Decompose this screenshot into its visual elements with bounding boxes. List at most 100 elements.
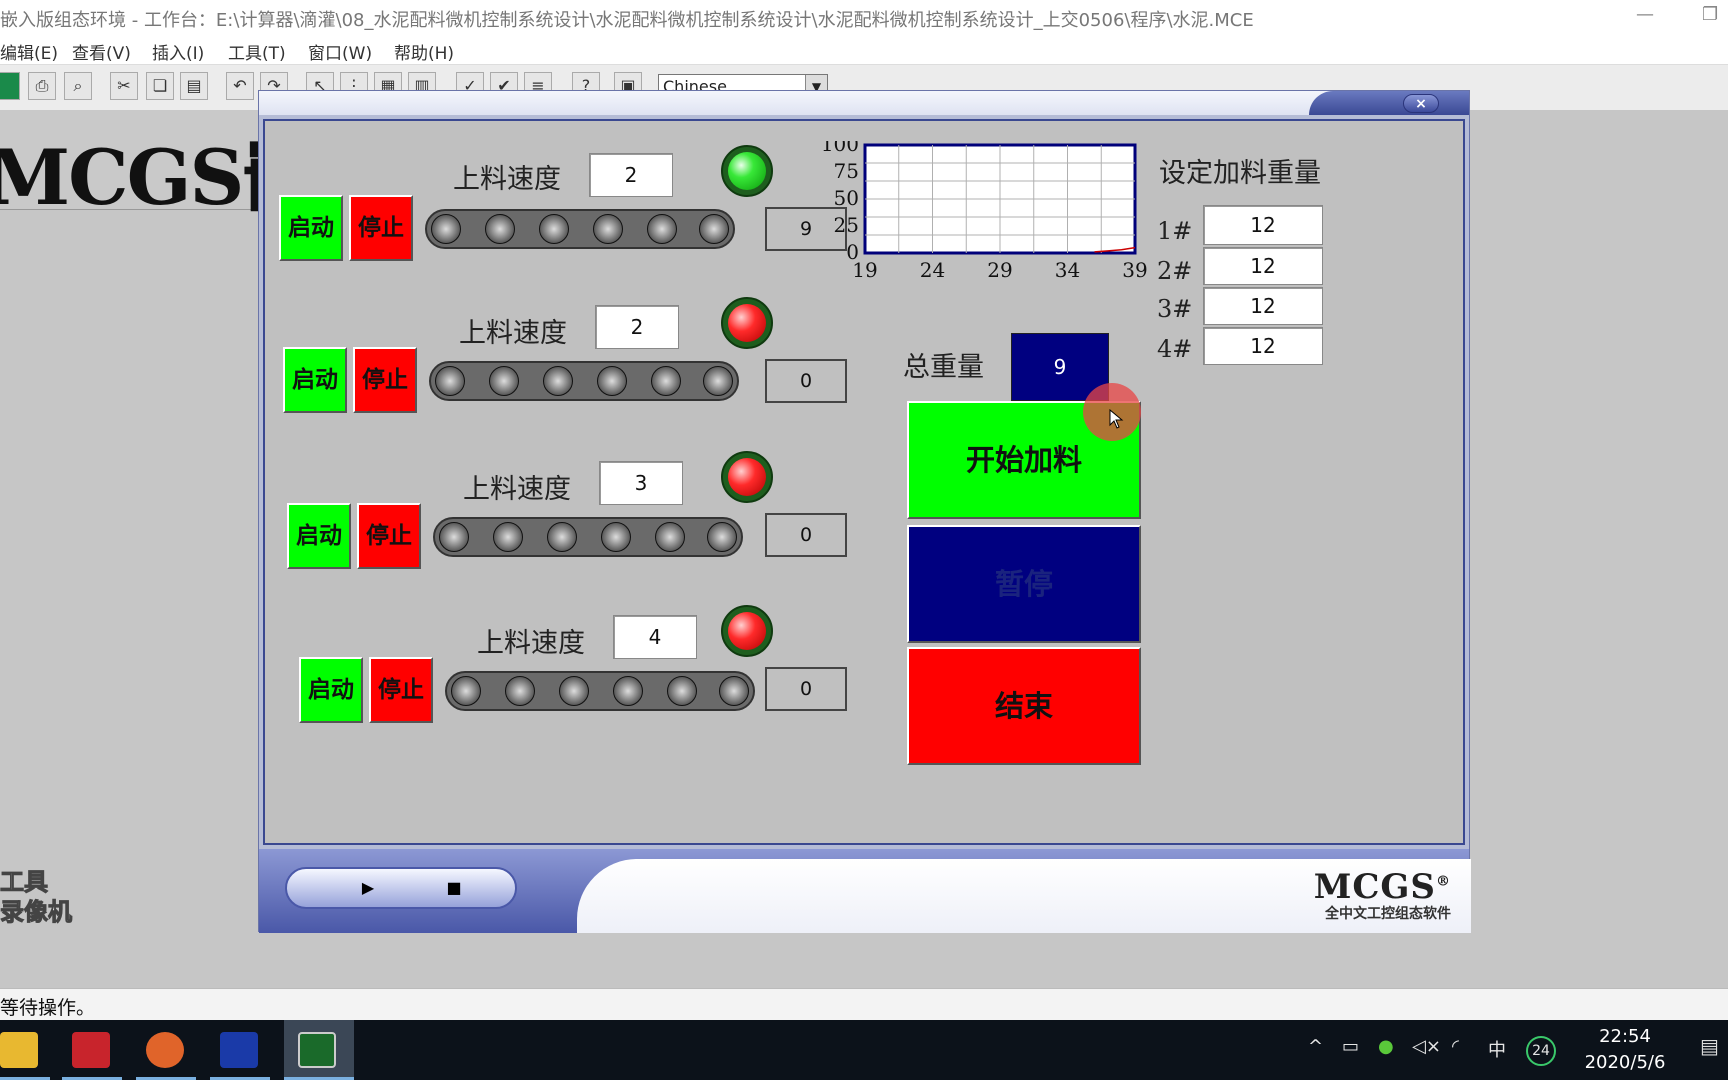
minimize-icon[interactable]: — bbox=[1636, 4, 1654, 25]
conveyor-belt-2 bbox=[429, 361, 739, 401]
taskbar-solidworks[interactable] bbox=[62, 1020, 122, 1080]
belt-roller bbox=[485, 214, 515, 244]
weight-input-3[interactable]: 12 bbox=[1203, 287, 1323, 325]
clock[interactable]: 22:54 2020/5/6 bbox=[1560, 1024, 1690, 1076]
runtime-titlebar-tab bbox=[1309, 91, 1469, 115]
action-center-icon[interactable]: ▤ bbox=[1700, 1034, 1719, 1058]
belt-roller bbox=[547, 522, 577, 552]
speed-input-3[interactable]: 3 bbox=[599, 461, 683, 505]
registered-mark: ® bbox=[1436, 873, 1451, 890]
menu-help[interactable]: 帮助(H) bbox=[394, 39, 454, 64]
set-weight-title: 设定加料重量 bbox=[1159, 158, 1321, 189]
belt-roller bbox=[703, 366, 733, 396]
belt-roller bbox=[613, 676, 643, 706]
menu-edit[interactable]: 编辑(E) bbox=[0, 39, 58, 64]
taskbar-file-explorer[interactable] bbox=[0, 1020, 50, 1080]
playback-controls: ▶ ■ bbox=[285, 867, 517, 909]
belt-roller bbox=[543, 366, 573, 396]
chart-x-tick-label: 24 bbox=[920, 258, 945, 282]
stop-button-3[interactable]: 停止 bbox=[357, 503, 421, 569]
copy-icon[interactable]: ❏ bbox=[146, 72, 174, 100]
volume-muted-icon[interactable]: ◁× bbox=[1412, 1036, 1441, 1057]
ime-indicator[interactable]: 中 bbox=[1488, 1036, 1506, 1062]
menu-insert[interactable]: 插入(I) bbox=[152, 39, 204, 64]
speed-label-3: 上料速度 bbox=[463, 474, 571, 505]
speed-input-2[interactable]: 2 bbox=[595, 305, 679, 349]
chart-x-tick-label: 29 bbox=[987, 258, 1012, 282]
belt-roller bbox=[493, 522, 523, 552]
runtime-canvas: 上料速度 2 启动 停止 9 上料速度 2 启动 停止 0 上料速度 3 启动 … bbox=[263, 119, 1465, 845]
paste-icon[interactable]: ▤ bbox=[180, 72, 208, 100]
save-icon[interactable] bbox=[0, 72, 20, 100]
runtime-icon bbox=[298, 1032, 336, 1068]
stop-button-2[interactable]: 停止 bbox=[353, 347, 417, 413]
taskbar-mcgs-runtime[interactable] bbox=[284, 1020, 354, 1080]
belt-roller bbox=[439, 522, 469, 552]
battery-icon[interactable]: ▭ bbox=[1342, 1036, 1359, 1057]
weight-input-4[interactable]: 12 bbox=[1203, 327, 1323, 365]
belt-roller bbox=[699, 214, 729, 244]
stop-icon[interactable]: ■ bbox=[409, 875, 499, 901]
belt-roller bbox=[647, 214, 677, 244]
chart-y-ticks: 1007550250 bbox=[821, 141, 859, 264]
undo-icon[interactable]: ↶ bbox=[226, 72, 254, 100]
status-lamp-4 bbox=[721, 605, 773, 657]
belt-roller bbox=[655, 522, 685, 552]
start-button-2[interactable]: 启动 bbox=[283, 347, 347, 413]
speed-label-2: 上料速度 bbox=[459, 318, 567, 349]
belt-roller bbox=[707, 522, 737, 552]
belt-roller bbox=[451, 676, 481, 706]
belt-roller bbox=[539, 214, 569, 244]
taskbar-mcgs[interactable] bbox=[210, 1020, 270, 1080]
count-display-4: 0 bbox=[765, 667, 847, 711]
taskbar-recorder[interactable] bbox=[136, 1020, 196, 1080]
conveyor-belt-3 bbox=[433, 517, 743, 557]
speed-label-1: 上料速度 bbox=[453, 164, 561, 195]
start-button-4[interactable]: 启动 bbox=[299, 657, 363, 723]
side-text-recorder: 录像机 bbox=[0, 897, 73, 927]
banner: MCGS嵌 bbox=[0, 110, 318, 222]
runtime-window: × 上料速度 2 启动 停止 9 上料速度 2 启动 停止 0 上料速度 3 启… bbox=[258, 90, 1471, 933]
end-button[interactable]: 结束 bbox=[907, 647, 1141, 765]
chart-y-tick-label: 100 bbox=[821, 141, 859, 156]
menu-view[interactable]: 查看(V) bbox=[72, 39, 131, 64]
network-shield-icon[interactable]: ● bbox=[1378, 1036, 1394, 1057]
count-display-2: 0 bbox=[765, 359, 847, 403]
close-icon[interactable]: × bbox=[1403, 94, 1439, 113]
menu-bar: 编辑(E) 查看(V) 插入(I) 工具(T) 窗口(W) 帮助(H) bbox=[0, 34, 1728, 64]
start-button-3[interactable]: 启动 bbox=[287, 503, 351, 569]
status-lamp-3 bbox=[721, 451, 773, 503]
solidworks-icon bbox=[72, 1032, 110, 1068]
stop-button-4[interactable]: 停止 bbox=[369, 657, 433, 723]
belt-roller bbox=[559, 676, 589, 706]
chart-x-ticks: 19 24 29 34 39 bbox=[852, 258, 1147, 282]
belt-roller bbox=[601, 522, 631, 552]
belt-roller bbox=[593, 214, 623, 244]
menu-window[interactable]: 窗口(W) bbox=[308, 39, 372, 64]
stop-button-1[interactable]: 停止 bbox=[349, 195, 413, 261]
wifi-icon[interactable]: ◜ bbox=[1452, 1036, 1459, 1057]
pause-button[interactable]: 暂停 bbox=[907, 525, 1141, 643]
speed-input-1[interactable]: 2 bbox=[589, 153, 673, 197]
print-icon[interactable]: ⎙ bbox=[28, 72, 56, 100]
belt-roller bbox=[597, 366, 627, 396]
belt-roller bbox=[505, 676, 535, 706]
speed-label-4: 上料速度 bbox=[477, 628, 585, 659]
cut-icon[interactable]: ✂ bbox=[110, 72, 138, 100]
play-icon[interactable]: ▶ bbox=[323, 875, 413, 901]
speed-input-4[interactable]: 4 bbox=[613, 615, 697, 659]
weight-input-2[interactable]: 12 bbox=[1203, 247, 1323, 285]
chart-x-tick-label: 34 bbox=[1055, 258, 1080, 282]
start-button-1[interactable]: 启动 bbox=[279, 195, 343, 261]
folder-icon bbox=[0, 1032, 38, 1068]
print-preview-icon[interactable]: ⌕ bbox=[64, 72, 92, 100]
menu-tools[interactable]: 工具(T) bbox=[228, 39, 286, 64]
notification-badge[interactable]: 24 bbox=[1526, 1036, 1556, 1066]
belt-roller bbox=[431, 214, 461, 244]
weight-input-1[interactable]: 12 bbox=[1203, 205, 1323, 245]
window-titlebar: 嵌入版组态环境 - 工作台：E:\计算器\滴灌\08_水泥配料微机控制系统设计\… bbox=[0, 0, 1728, 34]
belt-roller bbox=[435, 366, 465, 396]
restore-icon[interactable]: ❐ bbox=[1702, 4, 1718, 25]
status-lamp-1 bbox=[721, 145, 773, 197]
chevron-up-icon[interactable]: ^ bbox=[1308, 1036, 1323, 1057]
